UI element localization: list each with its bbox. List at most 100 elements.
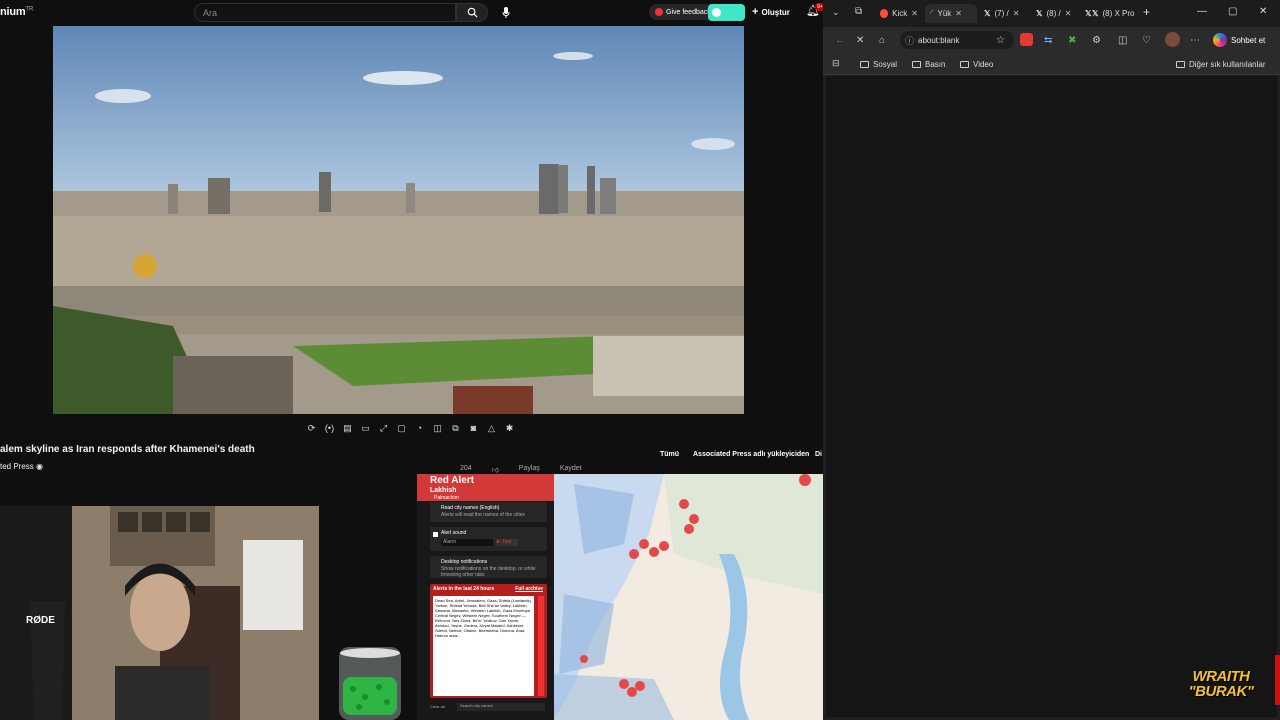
favorite-folder-basin[interactable]: Basın	[912, 57, 945, 71]
favorite-folder-video[interactable]: Video	[960, 57, 993, 71]
youtube-topbar: niumTR Ara Give feedback + Oluştur 🔔︎ 9+	[0, 0, 825, 26]
folder-icon	[960, 60, 969, 68]
clear-all-button[interactable]: Clear all	[430, 704, 445, 709]
screen-icon[interactable]: ▭	[359, 422, 372, 434]
browser-essentials-icon[interactable]: ♡	[1142, 35, 1151, 46]
split-screen-icon[interactable]: ◫	[1118, 35, 1127, 46]
back-icon[interactable]: ←	[835, 35, 845, 46]
filter-icon[interactable]: △	[485, 422, 498, 434]
loading-icon: ◜	[930, 8, 934, 18]
tab-strip: ⌄ ⧉ Kick ✕ ◜ Yük ✕ 𝕏 (7) / ✕ 𝕏 (8) / ✕ 𝕏…	[823, 0, 1280, 27]
x-logo-icon: 𝕏	[1036, 9, 1043, 18]
page-content-blank[interactable]	[826, 76, 1277, 717]
extension-toggle[interactable]	[708, 4, 745, 21]
home-icon[interactable]: ⌂	[879, 35, 885, 46]
alerts-scrollbar[interactable]	[538, 596, 544, 696]
chip-more[interactable]: Di	[815, 451, 822, 462]
playlist-icon[interactable]: ▤	[341, 422, 354, 434]
search-icon	[467, 7, 478, 18]
new-tab-button[interactable]: +	[1143, 5, 1150, 19]
streamer-logo: WRAITH "BURAK"	[1188, 668, 1254, 700]
x-logo-icon: 𝕏	[984, 9, 991, 18]
expand-icon[interactable]: ⤢	[377, 422, 390, 434]
settings-icon[interactable]: ✱	[503, 422, 516, 434]
pip-icon[interactable]: ◫	[431, 422, 444, 434]
tab-x-7[interactable]: 𝕏 (7) / ✕	[979, 4, 1029, 23]
folder-icon	[1176, 60, 1185, 68]
audio-icon[interactable]: (•)	[323, 422, 336, 434]
full-archive-link[interactable]: Full archive	[515, 586, 543, 592]
video-player[interactable]	[53, 26, 744, 414]
close-icon[interactable]: ✕	[911, 9, 918, 18]
other-favorites-folder[interactable]: Diğer sık kullanılanlar	[1176, 57, 1265, 71]
translate-icon[interactable]: ⇆	[1044, 35, 1052, 46]
red-alert-widget: Red Alert Lakhish Palmachim Read city na…	[417, 474, 823, 720]
address-bar-row: ← ✕ ⌂ ⓘ about:blank ☆ ⇆ ✖ ⚙ ◫ ♡ ⋯ Sohbet…	[823, 27, 1280, 53]
close-window-button[interactable]: ✕	[1259, 6, 1267, 17]
red-alert-title: Red Alert	[430, 475, 475, 486]
webcam-image: RØDE	[0, 506, 319, 720]
mic-icon[interactable]	[496, 3, 515, 22]
favorites-bar: ⊟ Sosyal Basın Video Diğer sık kullanıla…	[823, 53, 1280, 75]
channel-name[interactable]: ted Press ◉	[0, 462, 43, 471]
svg-text:RØDE: RØDE	[26, 615, 55, 626]
gumball-jar-image	[339, 647, 401, 720]
minimize-button[interactable]: —	[1197, 6, 1207, 17]
option-read-names[interactable]: Read city names (English) Alerts will re…	[430, 502, 547, 522]
youtube-pane: niumTR Ara Give feedback +Oluştur 🔔︎ 9+	[0, 0, 825, 720]
search-input[interactable]: Ara	[194, 3, 456, 22]
reading-list-icon[interactable]: ⊟	[832, 58, 840, 69]
city-search-input[interactable]: Search city names	[457, 703, 545, 711]
logo-accent	[1275, 655, 1280, 705]
option-alert-sound[interactable]: Alert sound Alarm ► Test	[430, 527, 547, 551]
workspaces-icon[interactable]: ⧉	[855, 6, 862, 17]
favorite-star-icon[interactable]: ☆	[996, 35, 1005, 46]
share-button[interactable]: Paylaş	[519, 465, 540, 474]
maximize-button[interactable]: ▢	[1228, 6, 1237, 17]
give-feedback-button[interactable]: Give feedback	[649, 4, 717, 20]
close-icon[interactable]: ✕	[1065, 9, 1072, 18]
tab-x-8[interactable]: 𝕏 (8) / ✕	[1031, 4, 1081, 23]
favorite-folder-sosyal[interactable]: Sosyal	[860, 57, 897, 71]
alert-location: Lakhish	[430, 487, 457, 494]
alert-sound-checkbox[interactable]	[433, 532, 438, 537]
alert-map[interactable]	[554, 474, 823, 720]
alert-sound-select[interactable]: Alarm	[441, 539, 493, 546]
search-button[interactable]	[456, 3, 488, 22]
profile-avatar[interactable]	[1165, 32, 1180, 47]
tab-loading[interactable]: ◜ Yük ✕	[925, 4, 977, 23]
create-button[interactable]: + Oluştur	[752, 4, 790, 20]
close-icon[interactable]: ✕	[1013, 9, 1020, 18]
feedback-icon	[655, 8, 663, 16]
alert-test-button[interactable]: ► Test	[496, 539, 518, 546]
extension-red-icon[interactable]	[1020, 33, 1033, 46]
alerts-header: Alerts in the last 24 hours	[433, 586, 495, 592]
folder-icon	[912, 60, 921, 68]
x-logo-icon: 𝕏	[1092, 9, 1099, 18]
tab-x-pro[interactable]: 𝕏 (8) X Pro	[1087, 4, 1147, 23]
like-count[interactable]: 204	[460, 465, 472, 474]
option-desktop-notifications[interactable]: Desktop notifications Show notifications…	[430, 556, 547, 578]
dislike-icon[interactable]: 👎︎	[492, 465, 499, 474]
save-button[interactable]: Kaydet	[560, 465, 582, 474]
loop-icon[interactable]: ⟳	[305, 422, 318, 434]
browser-window: ⌄ ⧉ Kick ✕ ◜ Yük ✕ 𝕏 (7) / ✕ 𝕏 (8) / ✕ 𝕏…	[823, 0, 1280, 720]
youtube-logo[interactable]: niumTR	[0, 6, 33, 18]
window-icon[interactable]: ▢	[395, 422, 408, 434]
folder-icon	[860, 60, 869, 68]
chip-all[interactable]: Tümü	[660, 451, 679, 462]
screenshot-icon[interactable]: ◙	[467, 422, 480, 434]
stop-loading-icon[interactable]: ✕	[856, 35, 864, 46]
tab-list-chevron-icon[interactable]: ⌄	[832, 7, 840, 18]
close-icon[interactable]: ✕	[955, 9, 962, 18]
red-alert-panel: Red Alert Lakhish Palmachim Read city na…	[417, 474, 554, 720]
extension-green-icon[interactable]: ✖	[1068, 35, 1076, 46]
copilot-chat-button[interactable]: Sohbet et	[1213, 31, 1265, 49]
more-menu-icon[interactable]: ⋯	[1190, 35, 1200, 46]
tab-kick[interactable]: Kick ✕	[875, 4, 923, 23]
popout-icon[interactable]: ⧉	[449, 422, 462, 434]
webcam-feed: RØDE	[0, 506, 319, 720]
speed-icon[interactable]: ◔	[413, 422, 426, 434]
extensions-icon[interactable]: ⚙	[1092, 35, 1101, 46]
chip-uploader[interactable]: Associated Press adlı yükleyiciden	[693, 451, 809, 462]
